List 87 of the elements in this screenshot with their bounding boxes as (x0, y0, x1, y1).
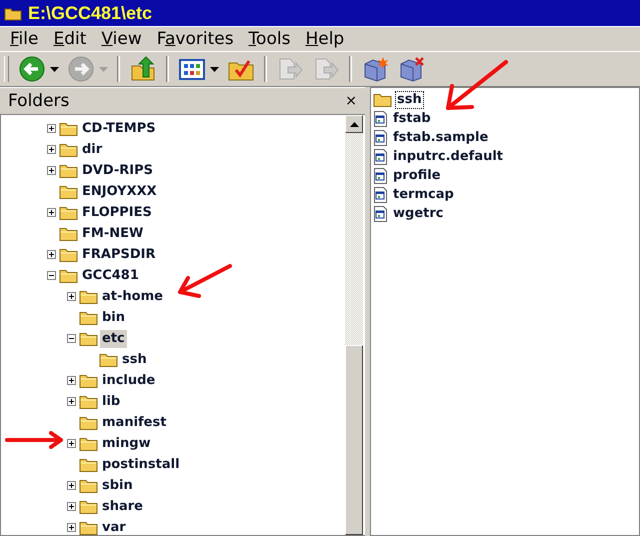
folder-item[interactable]: etc (100, 330, 127, 348)
folder-icon (79, 415, 98, 430)
listed-entry[interactable]: ssh (395, 90, 424, 108)
folder-icon (79, 310, 98, 325)
folder-icon (59, 226, 78, 241)
folder-item[interactable]: ENJOYXXX (80, 182, 159, 200)
listed-entry[interactable]: profile (391, 166, 443, 184)
folder-icon (79, 373, 98, 388)
scroll-thumb[interactable] (345, 345, 363, 535)
folder-icon (99, 352, 118, 367)
close-button[interactable]: × (345, 93, 357, 109)
folder-item[interactable]: postinstall (100, 456, 182, 474)
folder-icon (79, 499, 98, 514)
folder-icon (59, 268, 78, 283)
folder-icon (79, 289, 98, 304)
expander-icon[interactable] (67, 334, 79, 343)
folder-icon (59, 205, 78, 220)
folder-icon (59, 163, 78, 178)
folder-item[interactable]: share (100, 498, 145, 516)
scroll-up-button[interactable] (345, 115, 363, 133)
folder-icon (79, 478, 98, 493)
folder-item[interactable]: GCC481 (80, 266, 141, 284)
folder-item[interactable]: manifest (100, 414, 168, 432)
expander-icon[interactable] (47, 250, 59, 259)
folder-icon (79, 436, 98, 451)
expander-icon[interactable] (47, 124, 59, 133)
expander-icon[interactable] (47, 145, 59, 154)
file-icon (373, 168, 388, 184)
window-title: E:\GCC481\etc (28, 2, 152, 24)
file-icon (373, 110, 388, 126)
expander-icon[interactable] (47, 208, 59, 217)
folder-item[interactable]: lib (100, 392, 122, 410)
folder-icon (59, 121, 78, 136)
folder-icon (59, 142, 78, 157)
folder-icon (79, 331, 98, 346)
listed-entry[interactable]: fstab (391, 110, 433, 128)
folder-item[interactable]: at-home (100, 288, 165, 306)
expander-icon[interactable] (67, 481, 79, 490)
folder-item[interactable]: CD-TEMPS (80, 120, 158, 138)
menu-item[interactable]: View (95, 29, 151, 49)
up-folder-icon (129, 55, 157, 83)
menu-item[interactable]: Favorites (150, 29, 243, 49)
folder-item[interactable]: var (100, 518, 128, 536)
folder-item[interactable]: ssh (120, 350, 149, 368)
expander-icon[interactable] (67, 439, 79, 448)
listed-entry[interactable]: fstab.sample (391, 128, 490, 146)
folder-item[interactable]: include (100, 372, 158, 390)
caret-icon (50, 66, 59, 72)
folder-item[interactable]: bin (100, 308, 128, 326)
file-icon (373, 186, 388, 202)
file-icon (373, 148, 388, 164)
menu-item[interactable]: Help (299, 29, 354, 49)
pointer-arrow (4, 430, 64, 450)
folder-item[interactable]: sbin (100, 476, 135, 494)
expander-icon[interactable] (67, 523, 79, 532)
scrollbar[interactable] (345, 115, 363, 535)
folder-icon (79, 394, 98, 409)
folder-item[interactable]: FRAPSDIR (80, 246, 158, 264)
listed-entry[interactable]: inputrc.default (391, 148, 506, 166)
folder-icon (4, 6, 22, 20)
expander-icon[interactable] (67, 502, 79, 511)
expander-icon[interactable] (47, 271, 59, 280)
listed-entry[interactable]: wgetrc (391, 204, 446, 222)
folder-item[interactable]: FM-NEW (80, 224, 146, 242)
listed-entry[interactable]: termcap (391, 186, 456, 204)
caret-icon (350, 122, 358, 126)
expander-icon[interactable] (67, 397, 79, 406)
menu-item[interactable]: Tools (242, 29, 300, 49)
expander-icon[interactable] (47, 166, 59, 175)
caret-icon (99, 66, 108, 72)
caret-icon (210, 66, 219, 72)
pane-title: Folders (8, 91, 70, 111)
folder-item[interactable]: dir (80, 140, 104, 158)
menu-item[interactable]: File (4, 29, 48, 49)
folder-icon (79, 520, 98, 535)
expander-icon[interactable] (67, 292, 79, 301)
folder-icon (373, 92, 392, 107)
folder-item[interactable]: FLOPPIES (80, 204, 154, 222)
file-icon (373, 130, 388, 146)
folder-icon (59, 247, 78, 262)
file-icon (373, 206, 388, 222)
folder-item[interactable]: mingw (100, 434, 153, 452)
folder-item[interactable]: DVD-RIPS (80, 162, 156, 180)
menu-item[interactable]: Edit (47, 29, 96, 49)
folder-icon (79, 457, 98, 472)
expander-icon[interactable] (67, 376, 79, 385)
folder-icon (59, 184, 78, 199)
